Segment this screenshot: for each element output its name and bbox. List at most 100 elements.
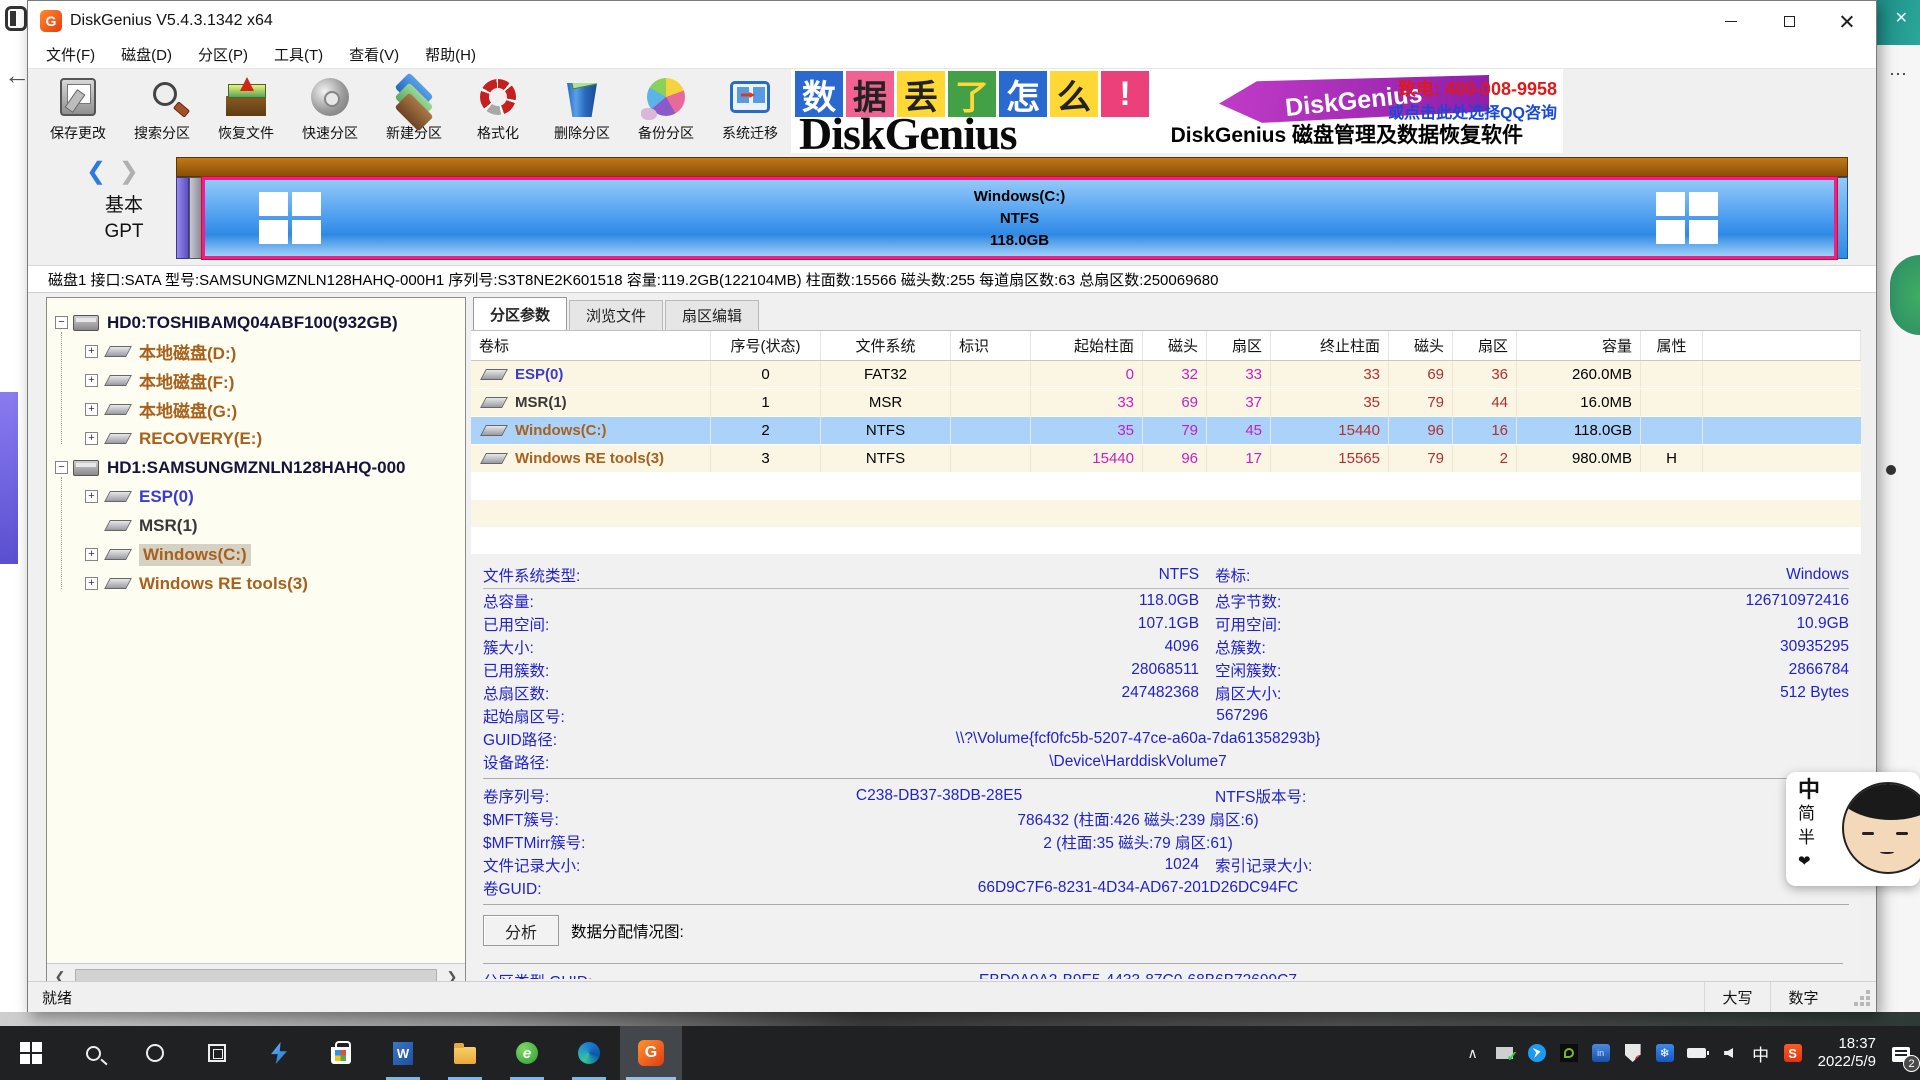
tray-ime-indicator[interactable]: 中: [1750, 1042, 1772, 1064]
titlebar[interactable]: G DiskGenius V5.4.3.1342 x64: [28, 1, 1876, 41]
col-header-end-cyl[interactable]: 终止柱面: [1271, 331, 1389, 360]
col-header-start-cyl[interactable]: 起始柱面: [1031, 331, 1143, 360]
menu-item-view[interactable]: 查看(V): [349, 44, 399, 65]
tray-dingtalk-icon[interactable]: [1526, 1042, 1548, 1064]
edge-button[interactable]: [558, 1026, 620, 1080]
expand-icon[interactable]: +: [85, 548, 98, 561]
tray-volume-icon[interactable]: [1718, 1042, 1740, 1064]
volume-details: 文件系统类型: NTFS 卷标: Windows 总容量: 118.0GB 总字…: [471, 554, 1861, 979]
tree-item-windows-c[interactable]: + Windows(C:): [47, 540, 465, 569]
resize-grip[interactable]: [1836, 982, 1876, 1012]
background-menu-dots-icon[interactable]: [1889, 64, 1908, 85]
tree-item-disk-d[interactable]: + 本地磁盘(D:): [47, 337, 465, 366]
close-icon: [1841, 15, 1853, 27]
table-row-esp[interactable]: ESP(0) 0 FAT32 0 32 33 33 69 36 260.0MB: [471, 361, 1861, 389]
col-header-end-head[interactable]: 磁头: [1389, 331, 1453, 360]
disk-bar-msr-partition[interactable]: [189, 177, 202, 259]
col-header-index[interactable]: 序号(状态): [711, 331, 821, 360]
tree-item-disk-g[interactable]: + 本地磁盘(G:): [47, 395, 465, 424]
col-header-volume[interactable]: 卷标: [471, 331, 711, 360]
col-header-capacity[interactable]: 容量: [1517, 331, 1641, 360]
tree-item-hd1[interactable]: − HD1:SAMSUNGMZNLN128HAHQ-000: [47, 453, 465, 482]
disk-bar-re-partition[interactable]: [1837, 177, 1848, 259]
expand-icon[interactable]: +: [85, 432, 98, 445]
search-partition-button[interactable]: 搜索分区: [120, 69, 204, 151]
col-header-id[interactable]: 标识: [951, 331, 1031, 360]
col-header-attr[interactable]: 属性: [1641, 331, 1703, 360]
tray-expand-icon[interactable]: ∧: [1462, 1042, 1484, 1064]
tree-rail: [61, 477, 62, 589]
col-header-filesystem[interactable]: 文件系统: [821, 331, 951, 360]
close-button[interactable]: [1818, 1, 1876, 41]
tray-snowflake-icon[interactable]: ❄: [1654, 1042, 1676, 1064]
collapse-icon[interactable]: −: [55, 316, 68, 329]
backup-partition-button[interactable]: 备份分区: [624, 69, 708, 151]
tray-nvidia-icon[interactable]: [1558, 1042, 1580, 1064]
recover-files-button[interactable]: 恢复文件: [204, 69, 288, 151]
tray-intel-icon[interactable]: in: [1590, 1042, 1612, 1064]
tray-power-icon[interactable]: [1686, 1042, 1708, 1064]
menu-item-tools[interactable]: 工具(T): [274, 44, 323, 65]
save-changes-button[interactable]: 保存更改: [36, 69, 120, 151]
collapse-icon[interactable]: −: [55, 461, 68, 474]
file-explorer-button[interactable]: [434, 1026, 496, 1080]
col-header-end-sector[interactable]: 扇区: [1453, 331, 1517, 360]
tree-item-msr[interactable]: MSR(1): [47, 511, 465, 540]
notification-center-button[interactable]: 2: [1890, 1042, 1912, 1064]
tab-sector-edit[interactable]: 扇区编辑: [665, 300, 759, 330]
expand-icon[interactable]: +: [85, 577, 98, 590]
expand-icon[interactable]: +: [85, 490, 98, 503]
tab-partition-params[interactable]: 分区参数: [473, 297, 567, 330]
diskgenius-taskbar-button[interactable]: G: [620, 1026, 682, 1080]
menu-item-disk[interactable]: 磁盘(D): [121, 44, 172, 65]
microsoft-store-button[interactable]: [310, 1026, 372, 1080]
system-migrate-button[interactable]: 系统迁移: [708, 69, 792, 151]
gpt-header-strip[interactable]: [176, 157, 1848, 177]
pinned-app-lightning[interactable]: [248, 1026, 310, 1080]
search-icon: [140, 75, 184, 119]
word-button[interactable]: W: [372, 1026, 434, 1080]
expand-icon[interactable]: +: [85, 374, 98, 387]
diskgenius-window: G DiskGenius V5.4.3.1342 x64 文件(F) 磁盘(D)…: [27, 0, 1877, 1012]
analyze-button[interactable]: 分析: [483, 915, 559, 946]
background-purple-stripe: [0, 392, 18, 564]
tray-sogou-icon[interactable]: S: [1782, 1042, 1804, 1064]
minimize-button[interactable]: [1702, 1, 1760, 41]
quick-partition-button[interactable]: 快速分区: [288, 69, 372, 151]
disk-bar-esp-partition[interactable]: [176, 177, 189, 259]
cortana-button[interactable]: [124, 1026, 186, 1080]
background-close-icon[interactable]: [1895, 8, 1908, 28]
tree-item-disk-f[interactable]: + 本地磁盘(F:): [47, 366, 465, 395]
col-header-start-head[interactable]: 磁头: [1143, 331, 1207, 360]
delete-partition-button[interactable]: 删除分区: [540, 69, 624, 151]
maximize-button[interactable]: [1760, 1, 1818, 41]
expand-icon[interactable]: +: [85, 403, 98, 416]
format-button[interactable]: 格式化: [456, 69, 540, 151]
table-row-msr[interactable]: MSR(1) 1 MSR 33 69 37 35 79 44 16.0MB: [471, 389, 1861, 417]
tree-item-esp[interactable]: + ESP(0): [47, 482, 465, 511]
next-disk-arrow-icon[interactable]: ❯: [119, 158, 139, 185]
new-partition-button[interactable]: 新建分区: [372, 69, 456, 151]
browser-360-button[interactable]: e: [496, 1026, 558, 1080]
start-button[interactable]: [0, 1026, 62, 1080]
taskbar-search-button[interactable]: [62, 1026, 124, 1080]
tray-security-shield-icon[interactable]: [1622, 1042, 1644, 1064]
ime-floating-widget[interactable]: 中 简 半 ❤: [1786, 772, 1920, 886]
menu-item-help[interactable]: 帮助(H): [425, 44, 476, 65]
table-row-windows-selected[interactable]: Windows(C:) 2 NTFS 35 79 45 15440 96 16 …: [471, 417, 1861, 445]
tab-browse-files[interactable]: 浏览文件: [569, 300, 663, 330]
disk-bar-windows-partition[interactable]: Windows(C:) NTFS 118.0GB: [202, 177, 1837, 259]
col-header-start-sector[interactable]: 扇区: [1207, 331, 1271, 360]
taskbar-clock[interactable]: 18:37 2022/5/9: [1814, 1035, 1880, 1071]
menu-item-partition[interactable]: 分区(P): [198, 44, 248, 65]
expand-icon[interactable]: +: [85, 345, 98, 358]
table-row-windows-re[interactable]: Windows RE tools(3) 3 NTFS 15440 96 17 1…: [471, 445, 1861, 473]
ad-banner[interactable]: 数 据 丢 了 怎 么 ! DiskGenius DiskGenius 致电: …: [791, 69, 1563, 153]
menu-item-file[interactable]: 文件(F): [46, 44, 95, 65]
tree-item-windows-re[interactable]: + Windows RE tools(3): [47, 569, 465, 598]
tree-item-recovery-e[interactable]: + RECOVERY(E:): [47, 424, 465, 453]
tray-printer-icon[interactable]: [1494, 1042, 1516, 1064]
tree-item-hd0[interactable]: − HD0:TOSHIBAMQ04ABF100(932GB): [47, 308, 465, 337]
prev-disk-arrow-icon[interactable]: ❮: [86, 158, 106, 185]
task-view-button[interactable]: [186, 1026, 248, 1080]
